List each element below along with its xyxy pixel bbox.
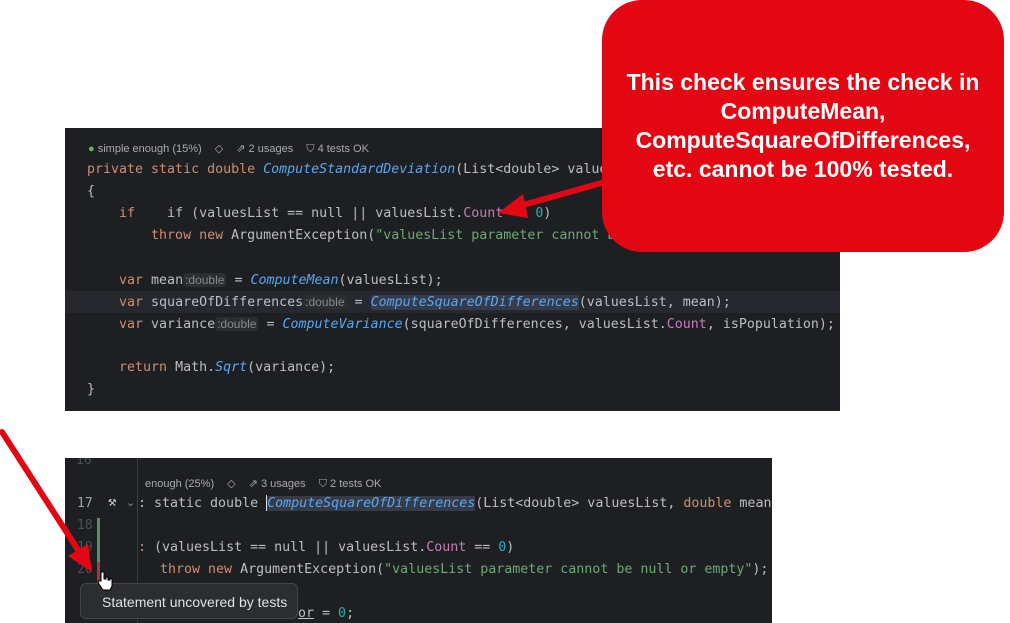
hand-cursor-icon — [97, 571, 113, 591]
arrow-to-gutter — [0, 429, 92, 572]
arrow-to-condition — [498, 177, 615, 218]
annotation-overlay — [0, 177, 615, 591]
